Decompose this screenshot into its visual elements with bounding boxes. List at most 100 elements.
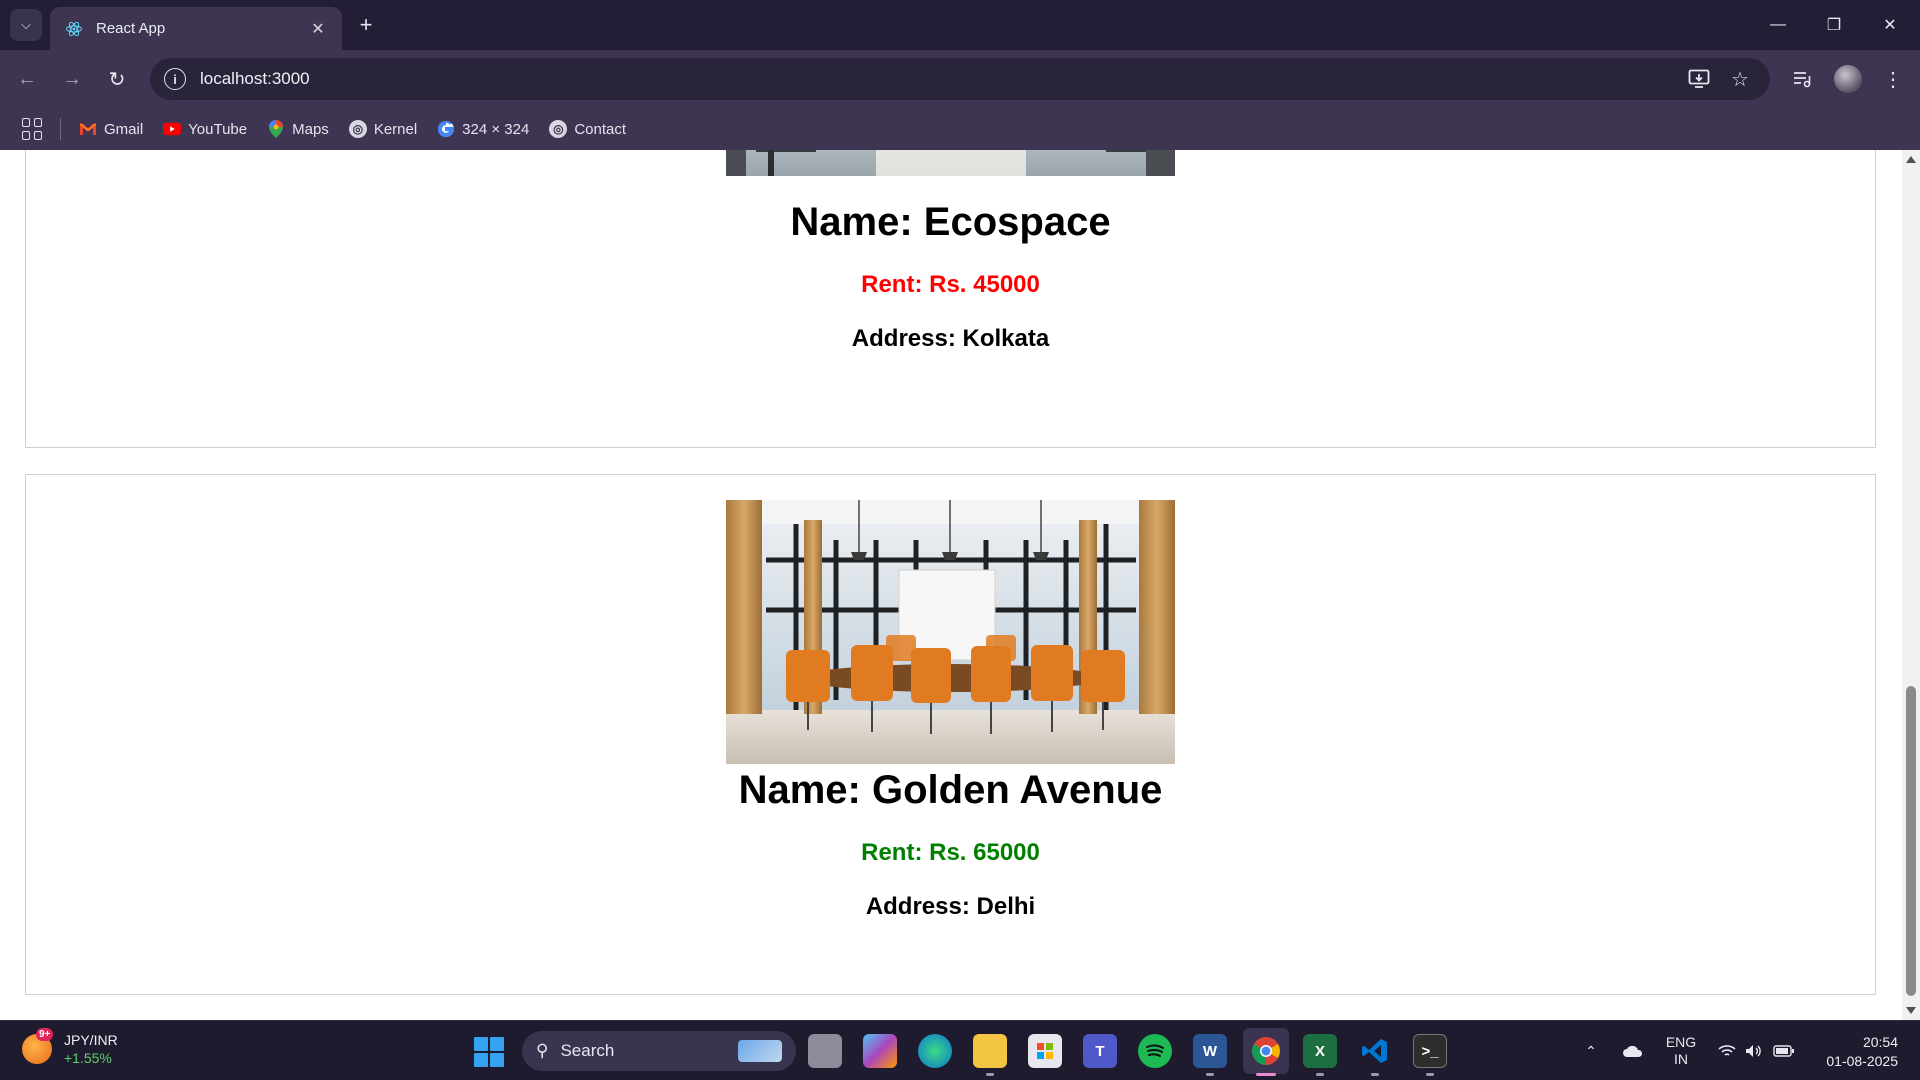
apps-grid-icon[interactable] [22,118,44,140]
maps-pin-icon [267,120,285,138]
listing-info: Name: Golden Avenue Rent: Rs. 65000 Addr… [26,768,1875,921]
widget-change: +1.55% [64,1050,112,1066]
bookmark-google-image[interactable]: 324 × 324 [437,120,529,138]
windows-start-icon[interactable] [474,1037,504,1067]
file-explorer-icon[interactable] [973,1034,1007,1068]
running-indicator [1206,1073,1214,1076]
search-label: Search [560,1041,615,1060]
google-icon [437,120,455,138]
new-tab-button[interactable]: + [352,11,380,39]
excel-icon[interactable]: X [1303,1034,1337,1068]
install-app-icon[interactable] [1686,66,1712,92]
bookmark-label: Maps [292,120,329,138]
url-text: localhost:3000 [200,69,310,88]
region-code: IN [1674,1051,1688,1067]
copilot-icon[interactable] [863,1034,897,1068]
active-app-indicator [1256,1073,1276,1076]
globe-icon: ◎ [348,120,367,138]
bookmark-gmail[interactable]: Gmail [79,120,143,138]
react-logo-icon [64,19,84,39]
restore-button[interactable]: ❐ [1811,10,1857,40]
store-icon[interactable] [1028,1034,1062,1068]
tab-close-icon[interactable]: ✕ [308,19,328,39]
vscode-icon[interactable] [1358,1034,1392,1068]
listing-rent: Rent: Rs. 65000 [861,839,1040,866]
forward-arrow-icon[interactable]: → [55,62,89,96]
bookmarks-bar: Gmail YouTube Maps ◎ Kernel 324 × 324 ◎ … [0,108,1920,150]
bookmark-kernel[interactable]: ◎ Kernel [348,120,418,138]
bookmark-label: Gmail [104,120,144,138]
listing-card: Name: Golden Avenue Rent: Rs. 65000 Addr… [25,474,1876,995]
bookmark-label: YouTube [188,120,248,138]
media-control-icon[interactable] [1785,62,1819,96]
running-indicator [986,1073,994,1076]
minimize-button[interactable]: — [1755,10,1801,40]
spotify-icon[interactable] [1138,1034,1172,1068]
tab-title: React App [96,20,166,37]
bookmarks-divider [60,118,61,140]
page-viewport: Name: Ecospace Rent: Rs. 45000 Address: … [0,150,1920,1020]
page-scrollbar[interactable] [1902,150,1920,1020]
notification-badge: 9+ [36,1028,54,1041]
clock-date: 01-08-2025 [1826,1053,1898,1069]
windows-taskbar: 9+ JPY/INR +1.55% ⚲ Search T W X >_ ⌃ EN… [0,1020,1920,1080]
menu-kebab-icon[interactable]: ⋮ [1876,62,1910,96]
reload-icon[interactable]: ↻ [100,62,134,96]
office-photo [726,150,1175,176]
battery-icon[interactable] [1772,1031,1796,1071]
listing-info: Name: Ecospace Rent: Rs. 45000 Address: … [26,200,1875,353]
bookmark-label: Kernel [373,120,418,138]
taskbar-search[interactable]: ⚲ Search [522,1031,796,1071]
listing-rent: Rent: Rs. 45000 [861,271,1040,298]
gmail-icon [79,120,97,138]
site-info-icon[interactable]: i [164,68,186,90]
running-indicator [1426,1073,1434,1076]
widget-icon: 9+ [22,1028,54,1064]
chrome-icon[interactable] [1243,1028,1289,1074]
bookmark-star-icon[interactable]: ☆ [1727,66,1753,92]
scroll-up-arrow-icon[interactable] [1906,156,1916,163]
back-arrow-icon[interactable]: ← [10,62,44,96]
bookmark-maps[interactable]: Maps [267,120,329,138]
onedrive-cloud-icon[interactable] [1620,1031,1646,1071]
chevron-down-icon: ⌵ [21,17,31,32]
show-hidden-icons-chevron-icon[interactable]: ⌃ [1580,1031,1602,1071]
close-window-button[interactable]: ✕ [1867,10,1913,40]
conference-room-photo [726,500,1175,764]
bookmark-label: Contact [574,120,627,138]
listing-name: Name: Ecospace [790,200,1111,244]
market-widget[interactable]: 9+ JPY/INR +1.55% [22,1028,118,1067]
tab-search-button[interactable]: ⌵ [10,9,42,41]
browser-titlebar: ⌵ React App ✕ + — ❐ ✕ [0,0,1920,50]
wifi-icon[interactable] [1716,1031,1738,1071]
bookmark-label: 324 × 324 [462,120,530,138]
listing-address: Address: Delhi [865,893,1036,920]
profile-avatar[interactable] [1834,65,1862,93]
address-bar[interactable]: i localhost:3000 [150,58,1770,100]
teams-icon[interactable]: T [1083,1034,1117,1068]
word-icon[interactable]: W [1193,1034,1227,1068]
language-code: ENG [1665,1034,1697,1050]
scrollbar-thumb[interactable] [1906,686,1916,996]
terminal-icon[interactable]: >_ [1413,1034,1447,1068]
clock-time: 20:54 [1862,1034,1898,1050]
search-icon: ⚲ [536,1041,549,1060]
listing-address: Address: Kolkata [851,325,1050,352]
running-indicator [1316,1073,1324,1076]
bookmark-youtube[interactable]: YouTube [163,120,247,138]
listing-card: Name: Ecospace Rent: Rs. 45000 Address: … [25,150,1876,448]
widget-title: JPY/INR [64,1032,118,1048]
youtube-icon [163,120,182,138]
edge-icon[interactable] [918,1034,952,1068]
bookmark-contact[interactable]: ◎ Contact [549,120,626,138]
listing-name: Name: Golden Avenue [738,768,1163,812]
running-indicator [1371,1073,1379,1076]
system-clock[interactable]: 20:54 01-08-2025 [1826,1033,1898,1071]
language-indicator[interactable]: ENG IN [1665,1031,1697,1071]
tab-react-app[interactable]: React App ✕ [50,7,342,50]
volume-icon[interactable] [1743,1031,1765,1071]
task-view-icon[interactable] [808,1034,842,1068]
globe-icon: ◎ [549,120,568,138]
scroll-down-arrow-icon[interactable] [1906,1007,1916,1014]
search-highlight-icon [738,1040,782,1062]
